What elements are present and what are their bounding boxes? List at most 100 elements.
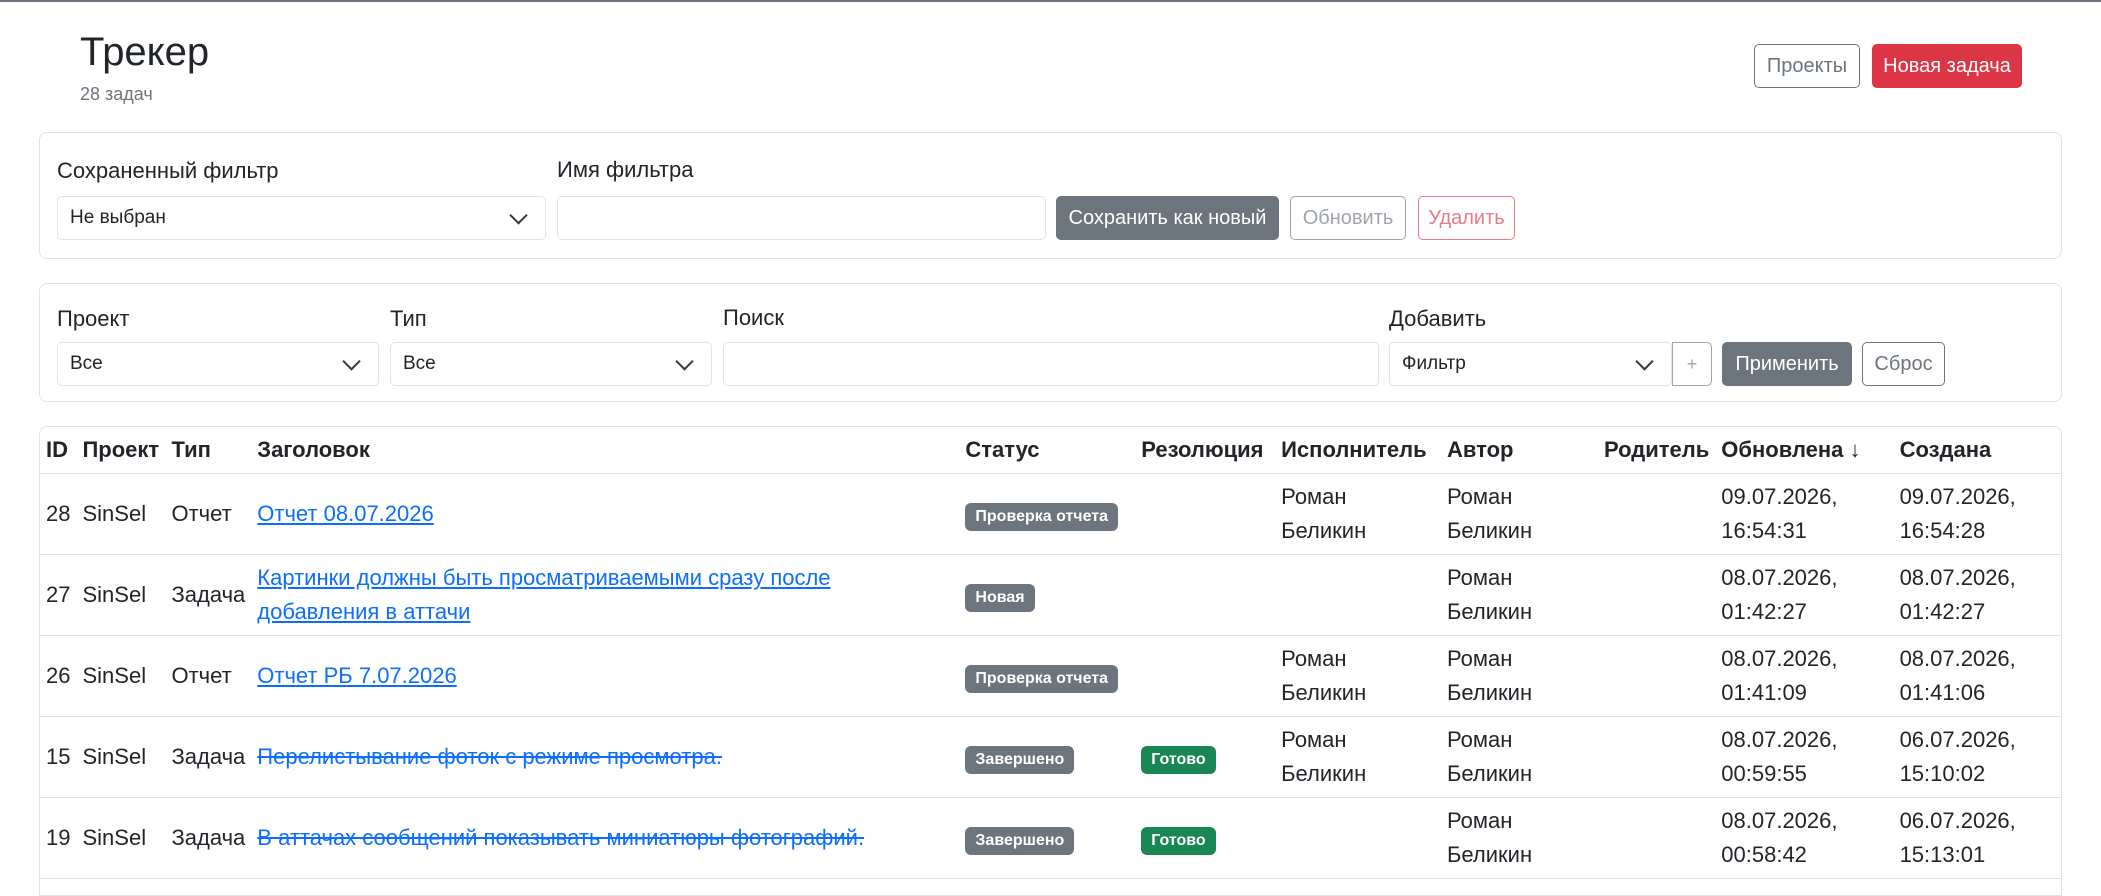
cell-updated: 08.07.2026, 01:41:09	[1715, 635, 1894, 717]
chevron-down-icon	[675, 352, 694, 371]
cell-created: 09.07.2026, 16:54:28	[1893, 473, 2061, 555]
col-updated[interactable]: Обновлена ↓	[1715, 427, 1894, 474]
author-last: Беликин	[1446, 518, 1533, 543]
chevron-down-icon	[509, 206, 528, 225]
cell-parent	[1598, 554, 1716, 636]
cell-parent	[1598, 635, 1716, 717]
cell-created: 08.07.2026, 01:41:06	[1893, 635, 2061, 717]
saved-filter-card: Сохраненный фильтр Не выбран Имя фильтра…	[39, 132, 2062, 259]
author-first: Роман	[1446, 808, 1513, 833]
assignee-first: Роман	[1281, 646, 1347, 671]
cell-author: Роман Беликин	[1440, 473, 1598, 555]
col-parent[interactable]: Родитель	[1598, 427, 1716, 474]
cell-type: Отчет	[165, 473, 252, 555]
saved-filter-select[interactable]: Не выбран	[57, 196, 546, 240]
filter-name-input[interactable]	[557, 196, 1046, 240]
cell-resolution	[1135, 473, 1276, 555]
status-badge: Завершено	[965, 827, 1075, 855]
delete-filter-button[interactable]: Удалить	[1418, 196, 1515, 240]
cell-assignee: Роман Беликин	[1275, 473, 1441, 555]
created-time: 15:13:01	[1899, 842, 1986, 867]
col-created[interactable]: Создана	[1893, 427, 2061, 474]
cell-created: 08.07.2026, 01:42:27	[1893, 554, 2061, 636]
cell-updated: 08.07.2026, 00:58:42	[1715, 797, 1894, 879]
cell-parent	[1598, 716, 1716, 798]
issue-link[interactable]: Отчет 08.07.2026	[257, 501, 433, 526]
updated-time: 00:59:55	[1721, 761, 1807, 786]
task-count: 28 задач	[80, 84, 153, 104]
updated-date: 08.07.2026,	[1721, 727, 1838, 752]
cell-status: Новая	[959, 554, 1136, 636]
cell-assignee: Роман Беликин	[1275, 716, 1441, 798]
updated-date: 08.07.2026,	[1721, 565, 1838, 590]
created-date: 06.07.2026,	[1899, 727, 2016, 752]
created-date: 06.07.2026,	[1899, 808, 2016, 833]
col-title[interactable]: Заголовок	[251, 427, 960, 474]
cell-parent	[1598, 473, 1716, 555]
author-last: Беликин	[1446, 599, 1533, 624]
col-id[interactable]: ID	[40, 427, 77, 474]
project-select[interactable]: Все	[57, 342, 379, 386]
cell-assignee	[1275, 554, 1441, 636]
cell-created: 06.07.2026, 15:13:01	[1893, 797, 2061, 879]
cell-updated: 09.07.2026, 16:54:31	[1715, 473, 1894, 555]
updated-time: 01:42:27	[1721, 599, 1807, 624]
reset-button[interactable]: Сброс	[1862, 342, 1945, 386]
table-row: 15 SinSel Задача Перелистывание фоток с …	[40, 716, 2061, 798]
col-type[interactable]: Тип	[165, 427, 252, 474]
add-filter-label: Добавить	[1389, 306, 1487, 331]
cell-updated: 08.07.2026, 01:42:27	[1715, 554, 1894, 636]
status-badge: Завершено	[965, 746, 1075, 774]
col-resolution[interactable]: Резолюция	[1135, 427, 1276, 474]
resolution-badge: Готово	[1141, 746, 1216, 774]
col-assignee[interactable]: Исполнитель	[1275, 427, 1441, 474]
cell-id: 15	[40, 716, 77, 798]
col-status[interactable]: Статус	[959, 427, 1136, 474]
cell-title: Перелистывание фоток с режиме просмотра.	[251, 716, 960, 798]
type-label: Тип	[390, 306, 427, 331]
add-filter-selected: Фильтр	[1402, 353, 1466, 374]
new-task-button[interactable]: Новая задача	[1872, 44, 2022, 88]
project-label: Проект	[57, 306, 130, 331]
assignee-last: Беликин	[1281, 518, 1367, 543]
update-filter-button[interactable]: Обновить	[1290, 196, 1406, 240]
col-project[interactable]: Проект	[76, 427, 166, 474]
issue-link[interactable]: Картинки должны быть просматриваемыми ср…	[257, 565, 830, 624]
saved-filter-selected: Не выбран	[70, 207, 166, 228]
issue-link[interactable]: Перелистывание фоток с режиме просмотра.	[257, 744, 722, 769]
issue-link[interactable]: Отчет РБ 7.07.2026	[257, 663, 456, 688]
cell-project: SinSel	[76, 554, 166, 636]
cell-resolution	[1135, 635, 1276, 717]
cell-id: 26	[40, 635, 77, 717]
cell-author: Роман Беликин	[1440, 797, 1598, 879]
saved-filter-label: Сохраненный фильтр	[57, 158, 279, 183]
updated-time: 16:54:31	[1721, 518, 1807, 543]
cell-id: 19	[40, 797, 77, 879]
cell-status: Проверка отчета	[959, 635, 1136, 717]
apply-button[interactable]: Применить	[1722, 342, 1852, 386]
save-as-new-button[interactable]: Сохранить как новый	[1056, 196, 1279, 240]
chevron-down-icon	[342, 352, 361, 371]
add-filter-select[interactable]: Фильтр	[1389, 342, 1672, 386]
table-row: 26 SinSel Отчет Отчет РБ 7.07.2026 Прове…	[40, 635, 2061, 717]
add-filter-plus-button[interactable]: +	[1672, 342, 1712, 386]
header-actions: Проекты Новая задача	[1754, 44, 2022, 88]
issue-link[interactable]: В аттачах сообщений показывать миниатюры…	[257, 825, 864, 850]
cell-created: 06.07.2026, 15:10:02	[1893, 716, 2061, 798]
cell-title: Картинки должны быть просматриваемыми ср…	[251, 554, 960, 636]
status-badge: Проверка отчета	[965, 503, 1119, 531]
resolution-badge: Готово	[1141, 827, 1216, 855]
type-selected: Все	[403, 353, 436, 374]
chevron-down-icon	[1635, 352, 1654, 371]
assignee-first: Роман	[1281, 727, 1347, 752]
cell-id: 28	[40, 473, 77, 555]
cell-project: SinSel	[76, 635, 166, 717]
created-time: 15:10:02	[1899, 761, 1986, 786]
updated-time: 00:58:42	[1721, 842, 1807, 867]
projects-button[interactable]: Проекты	[1754, 44, 1860, 88]
type-select[interactable]: Все	[390, 342, 712, 386]
col-author[interactable]: Автор	[1440, 427, 1598, 474]
search-input[interactable]	[723, 342, 1379, 386]
page-title: Трекер	[80, 30, 210, 74]
cell-project: SinSel	[76, 797, 166, 879]
